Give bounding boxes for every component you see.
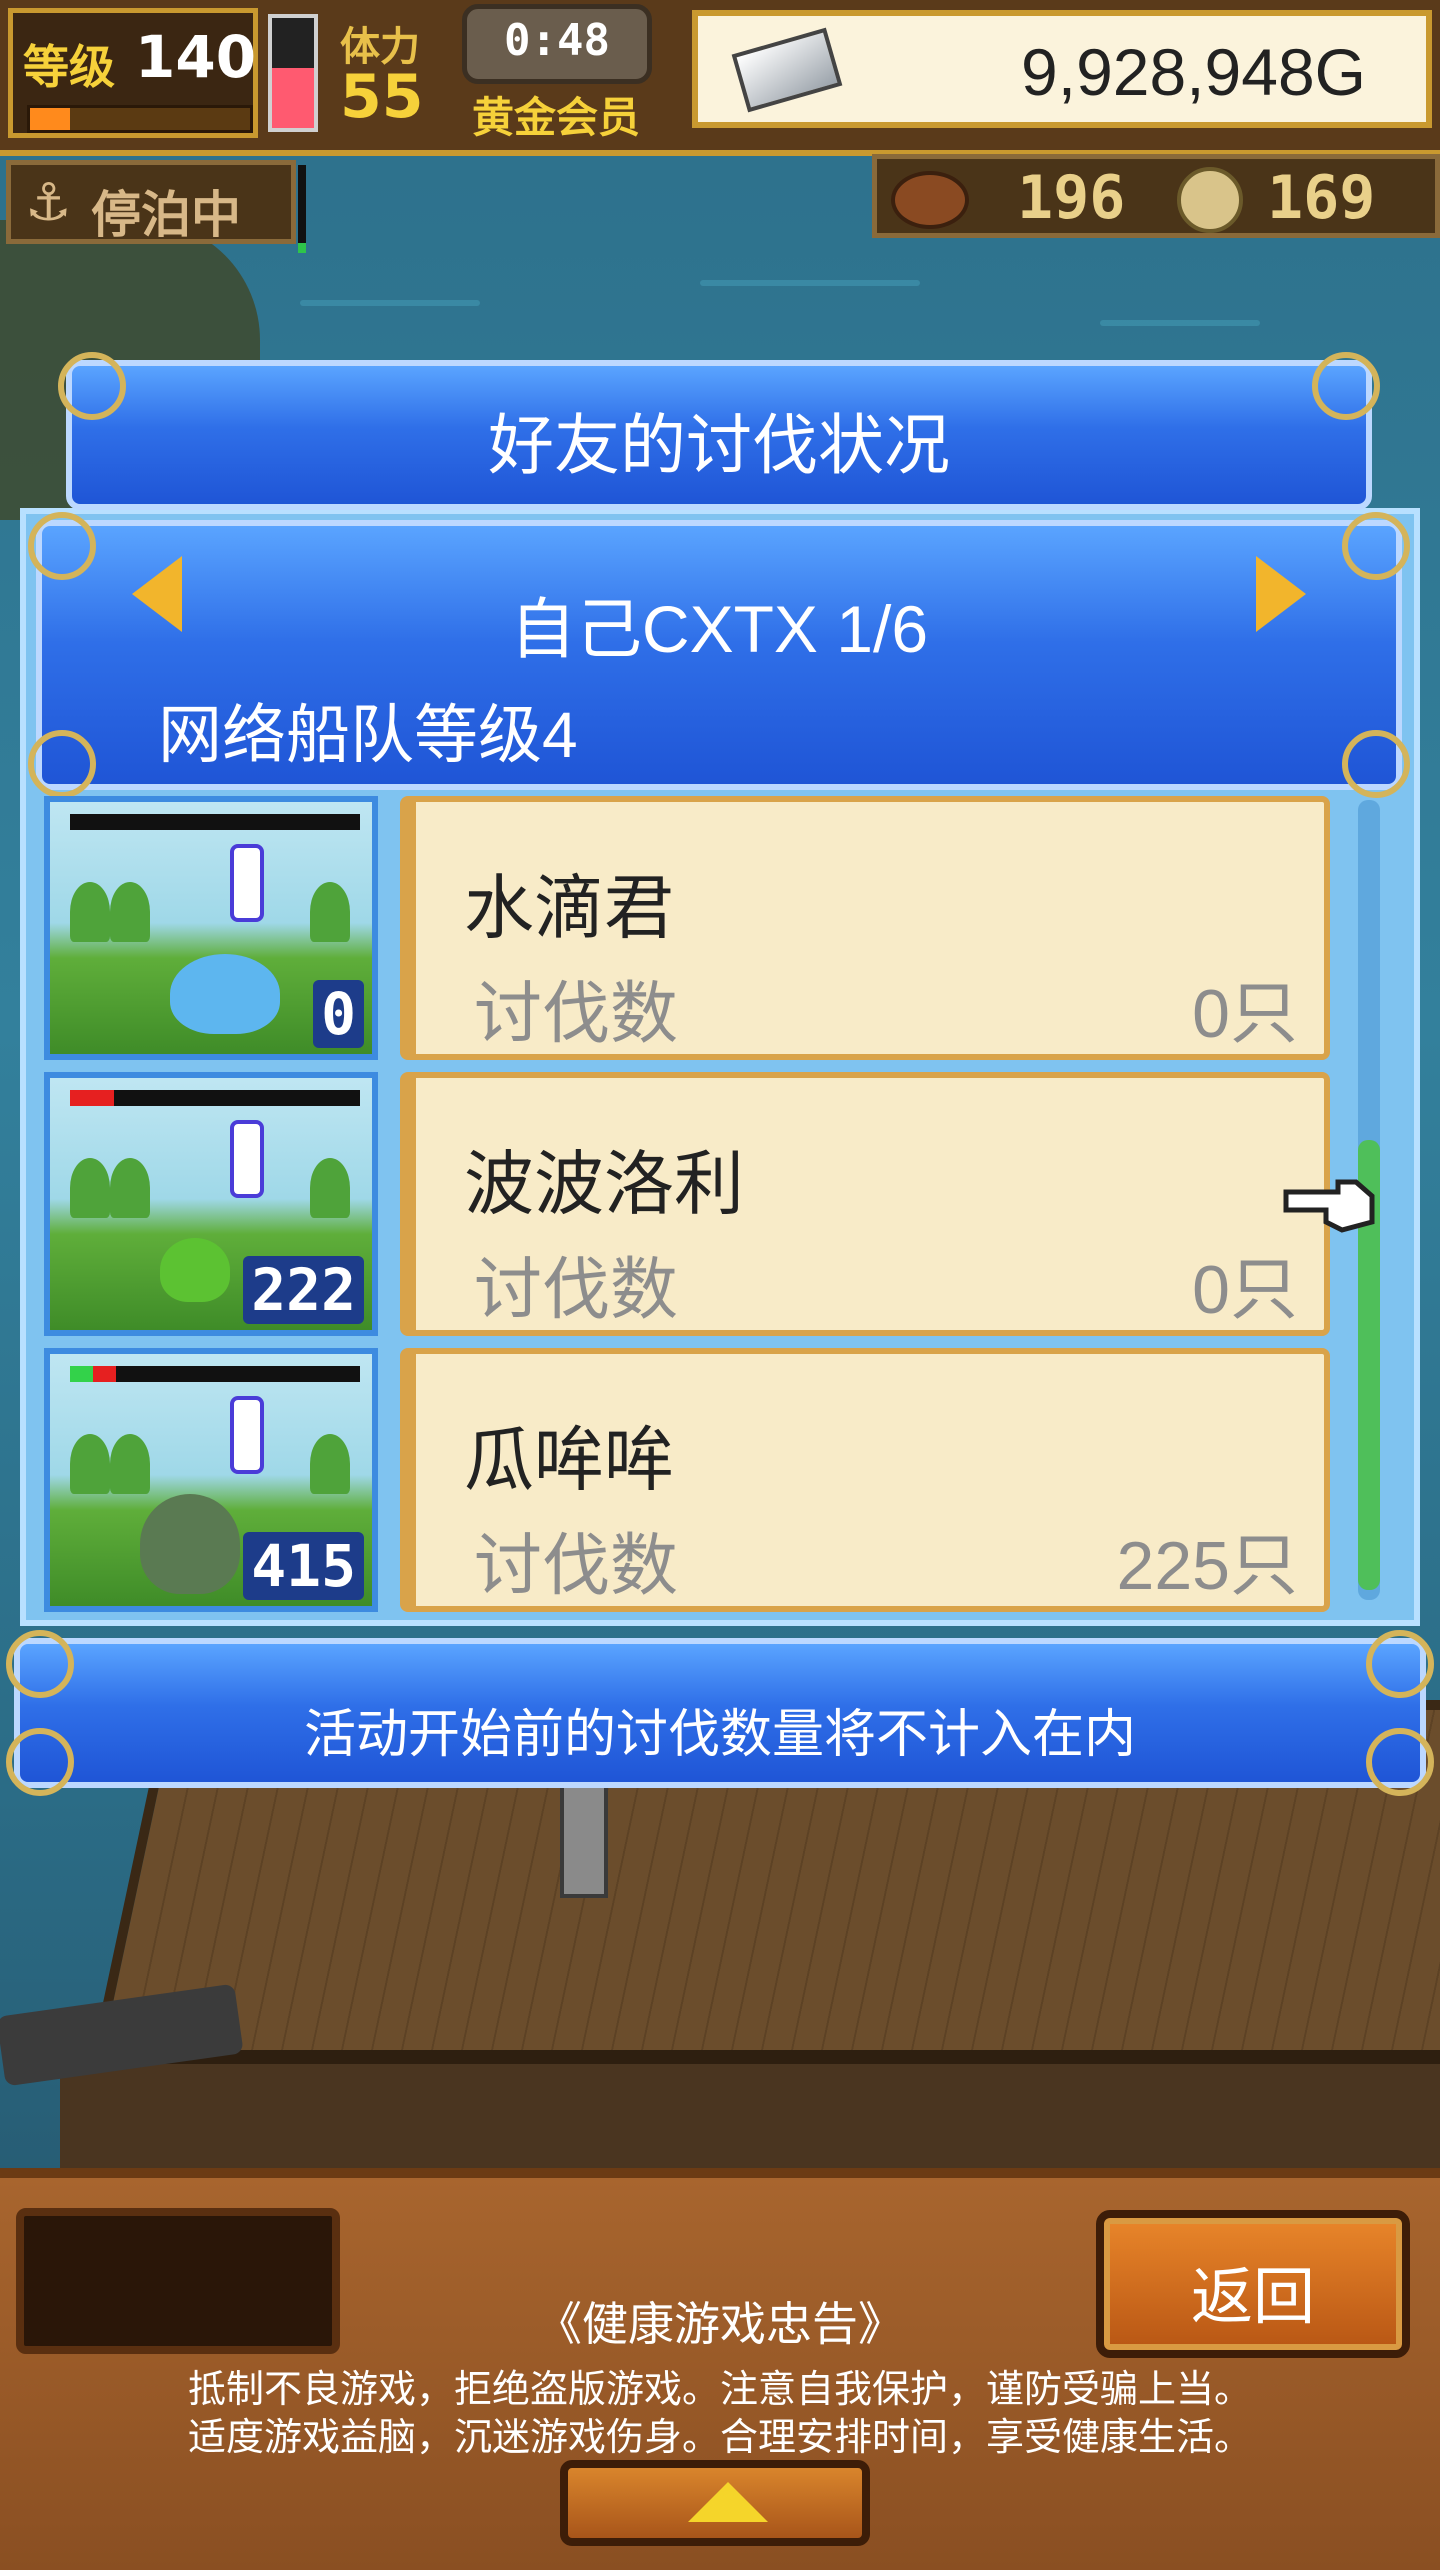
stamina-timer: 0:48 <box>462 4 652 84</box>
wave <box>1100 320 1260 326</box>
kill-count-label: 讨伐数 <box>474 976 679 1052</box>
frame-corner-ornament <box>28 730 96 798</box>
kill-count-label: 讨伐数 <box>474 1252 679 1328</box>
tree <box>70 882 110 942</box>
tree <box>310 882 350 942</box>
anchor-icon: ⚓ <box>25 173 72 233</box>
hp-bar <box>70 814 360 830</box>
exp-bar <box>27 105 253 133</box>
frame-corner-ornament <box>28 512 96 580</box>
monster-row[interactable]: 222 波波洛利 讨伐数 0只 <box>40 1072 1340 1340</box>
monster-row[interactable]: 415 瓜哞哞 讨伐数 225只 <box>40 1348 1340 1616</box>
money-box: 9,928,948G <box>692 10 1432 128</box>
kill-count-value: 225只 <box>1116 1528 1298 1604</box>
dialog-title-bar: 好友的讨伐状况 <box>58 352 1380 510</box>
monster-card: 波波洛利 讨伐数 0只 <box>400 1072 1330 1336</box>
slime-monster-sprite <box>170 954 280 1034</box>
stamina-gauge-fill <box>272 67 314 128</box>
kill-count-label: 讨伐数 <box>474 1528 679 1604</box>
medal-coin-count: 169 <box>1267 163 1376 233</box>
monster-name: 水滴君 <box>464 869 674 947</box>
expand-menu-button[interactable] <box>560 2460 870 2546</box>
ship-mast <box>560 1780 608 1898</box>
monster-thumb-count: 222 <box>243 1256 364 1324</box>
level-box: 等级 140 <box>8 8 258 138</box>
hp-bar-red-fill <box>70 1090 114 1106</box>
anchored-status[interactable]: ⚓ 停泊中 <box>6 160 296 244</box>
stamina-value: 55 <box>340 62 424 132</box>
anchored-indicator <box>298 165 306 253</box>
tree <box>70 1158 110 1218</box>
monster-name: 波波洛利 <box>464 1145 744 1223</box>
monster-row[interactable]: 0 水滴君 讨伐数 0只 <box>40 796 1340 1064</box>
hp-bar <box>70 1090 360 1106</box>
tree <box>110 882 150 942</box>
stamina-gauge <box>268 14 318 132</box>
dialog-title: 好友的讨伐状况 <box>488 407 950 484</box>
health-advisory-line: 适度游戏益脑，沉迷游戏伤身。合理安排时间，享受健康生活。 <box>187 2417 1252 2459</box>
health-advisory-line: 抵制不良游戏，拒绝盗版游戏。注意自我保护，谨防受骗上当。 <box>187 2369 1252 2411</box>
exclamation-icon <box>230 1120 264 1198</box>
kill-count-value: 0只 <box>1192 976 1298 1052</box>
wave <box>300 300 480 306</box>
kill-count-value: 0只 <box>1192 1252 1298 1328</box>
tree <box>310 1158 350 1218</box>
exclamation-icon <box>230 844 264 922</box>
tree <box>110 1434 150 1494</box>
monster-name: 瓜哞哞 <box>464 1421 674 1499</box>
anchored-label: 停泊中 <box>91 186 241 244</box>
silver-bar-icon <box>731 27 843 113</box>
frame-corner-ornament <box>1342 512 1410 580</box>
monster-list[interactable]: 0 水滴君 讨伐数 0只 222 波波洛利 讨伐数 0只 415 瓜哞哞 讨伐数… <box>40 796 1340 1616</box>
monster-thumb-count: 0 <box>313 980 364 1048</box>
monster-thumbnail: 0 <box>44 796 378 1060</box>
health-advisory-title: 《健康游戏忠告》 <box>536 2298 904 2350</box>
pointing-hand-icon <box>1283 1179 1375 1233</box>
hp-bar <box>70 1366 360 1382</box>
bottom-panel: 返回 《健康游戏忠告》 抵制不良游戏，拒绝盗版游戏。注意自我保护，谨防受骗上当。… <box>0 2168 1440 2570</box>
tree <box>310 1434 350 1494</box>
beast-monster-sprite <box>140 1494 240 1594</box>
friend-header: 自己CXTX 1/6 网络船队等级4 <box>28 512 1410 798</box>
notice-text: 活动开始前的讨伐数量将不计入在内 <box>303 1706 1136 1764</box>
monster-thumbnail: 222 <box>44 1072 378 1336</box>
exclamation-icon <box>230 1396 264 1474</box>
level-label: 等级 <box>23 40 115 94</box>
level-value: 140 <box>135 23 257 91</box>
monster-thumbnail: 415 <box>44 1348 378 1612</box>
monster-card: 水滴君 讨伐数 0只 <box>400 796 1330 1060</box>
tree <box>70 1434 110 1494</box>
up-arrow-icon <box>688 2482 768 2522</box>
resources-box: 196 169 <box>872 154 1440 238</box>
money-value: 9,928,948G <box>1021 35 1366 109</box>
frame-corner-ornament <box>6 1630 74 1698</box>
monster-thumb-count: 415 <box>243 1532 364 1600</box>
frame-corner-ornament <box>1366 1630 1434 1698</box>
tree <box>110 1158 150 1218</box>
wave <box>700 280 920 286</box>
top-hud: 等级 140 体力 55 0:48 黄金会员 9,928,948G <box>0 0 1440 156</box>
friend-name: 自己CXTX 1/6 <box>509 592 929 666</box>
exp-bar-fill <box>30 108 70 130</box>
meat-count: 196 <box>1017 163 1126 233</box>
membership-badge[interactable]: 黄金会员 <box>472 84 640 145</box>
monster-card: 瓜哞哞 讨伐数 225只 <box>400 1348 1330 1612</box>
medal-coin-icon <box>1177 167 1243 233</box>
next-friend-arrow-icon[interactable] <box>1256 556 1306 632</box>
frame-corner-ornament <box>1342 730 1410 798</box>
hp-bar-green-fill <box>70 1366 94 1382</box>
notice-bar: 活动开始前的讨伐数量将不计入在内 <box>6 1630 1434 1796</box>
fleet-level: 网络船队等级4 <box>158 699 578 771</box>
meat-icon <box>891 171 969 229</box>
bird-monster-sprite <box>160 1238 230 1302</box>
